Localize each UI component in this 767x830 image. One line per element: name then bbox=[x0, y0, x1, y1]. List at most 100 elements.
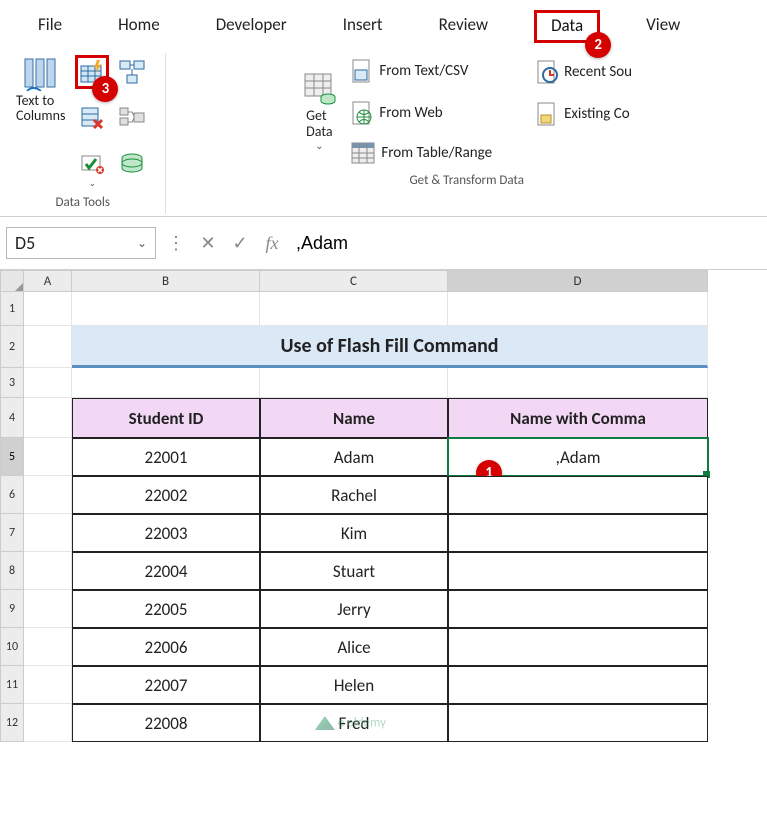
relationships-button[interactable] bbox=[115, 55, 149, 89]
table-cell-comma[interactable] bbox=[448, 514, 708, 552]
from-web-button[interactable]: From Web bbox=[347, 97, 496, 129]
row-header-6[interactable]: 6 bbox=[0, 476, 24, 514]
table-cell-name[interactable]: Adam bbox=[260, 438, 448, 476]
tab-data[interactable]: Data 2 bbox=[534, 10, 600, 43]
ribbon-group-label-data-tools: Data Tools bbox=[56, 195, 110, 210]
cell[interactable] bbox=[24, 704, 72, 742]
title-cell[interactable]: Use of Flash Fill Command bbox=[72, 326, 708, 368]
cell[interactable] bbox=[24, 292, 72, 326]
cell[interactable] bbox=[24, 666, 72, 704]
tab-developer[interactable]: Developer bbox=[206, 10, 297, 43]
col-header-D[interactable]: D bbox=[448, 270, 708, 292]
cell[interactable] bbox=[24, 398, 72, 438]
name-box[interactable]: D5 ⌄ bbox=[6, 227, 156, 259]
table-cell-name[interactable]: Kim bbox=[260, 514, 448, 552]
row-header-9[interactable]: 9 bbox=[0, 590, 24, 628]
row-header-12[interactable]: 12 bbox=[0, 704, 24, 742]
cell[interactable] bbox=[260, 368, 448, 398]
cell[interactable] bbox=[260, 292, 448, 326]
name-box-value: D5 bbox=[15, 232, 35, 254]
table-cell-id[interactable]: 22001 bbox=[72, 438, 260, 476]
callout-badge-2: 2 bbox=[585, 32, 611, 58]
col-header-A[interactable]: A bbox=[24, 270, 72, 292]
cell[interactable] bbox=[72, 368, 260, 398]
table-cell-comma[interactable] bbox=[448, 476, 708, 514]
cancel-formula-button[interactable]: ✕ bbox=[196, 232, 220, 254]
table-cell-id[interactable]: 22004 bbox=[72, 552, 260, 590]
table-cell-id[interactable]: 22008 bbox=[72, 704, 260, 742]
cell[interactable] bbox=[72, 292, 260, 326]
table-cell-id[interactable]: 22006 bbox=[72, 628, 260, 666]
cell[interactable] bbox=[24, 628, 72, 666]
table-cell-name[interactable]: Helen bbox=[260, 666, 448, 704]
row-header-1[interactable]: 1 bbox=[0, 292, 24, 326]
cell[interactable] bbox=[24, 368, 72, 398]
row-header-5[interactable]: 5 bbox=[0, 438, 24, 476]
table-cell-comma[interactable] bbox=[448, 666, 708, 704]
cell[interactable] bbox=[448, 292, 708, 326]
data-validation-button[interactable]: ⌄ bbox=[75, 147, 109, 181]
cell[interactable] bbox=[24, 590, 72, 628]
row-header-8[interactable]: 8 bbox=[0, 552, 24, 590]
table-cell-name[interactable]: Fred e eldemy bbox=[260, 704, 448, 742]
table-cell-name[interactable]: Rachel bbox=[260, 476, 448, 514]
cell[interactable] bbox=[24, 476, 72, 514]
manage-data-model-button[interactable] bbox=[115, 147, 149, 181]
expand-formula-icon[interactable]: ⋮ bbox=[164, 232, 188, 254]
table-cell-name[interactable]: Jerry bbox=[260, 590, 448, 628]
tab-file[interactable]: File bbox=[28, 10, 72, 43]
row-header-7[interactable]: 7 bbox=[0, 514, 24, 552]
col-header-B[interactable]: B bbox=[72, 270, 260, 292]
ribbon-tabs: File Home Developer Insert Review Data 2… bbox=[0, 0, 767, 49]
tab-insert[interactable]: Insert bbox=[333, 10, 393, 43]
existing-connections-button[interactable]: Existing Co bbox=[532, 98, 636, 130]
table-cell-comma[interactable] bbox=[448, 704, 708, 742]
column-headers: A B C D bbox=[24, 270, 767, 292]
header-name[interactable]: Name bbox=[260, 398, 448, 438]
from-text-csv-label: From Text/CSV bbox=[379, 62, 468, 80]
header-name-with-comma[interactable]: Name with Comma bbox=[448, 398, 708, 438]
table-cell-id[interactable]: 22003 bbox=[72, 514, 260, 552]
formula-input[interactable] bbox=[292, 231, 761, 256]
get-data-button[interactable]: Get Data ⌄ bbox=[297, 70, 341, 152]
from-text-csv-button[interactable]: From Text/CSV bbox=[347, 55, 496, 87]
row-header-2[interactable]: 2 bbox=[0, 326, 24, 368]
table-cell-id[interactable]: 22007 bbox=[72, 666, 260, 704]
cell[interactable] bbox=[448, 368, 708, 398]
tab-review[interactable]: Review bbox=[429, 10, 498, 43]
enter-formula-button[interactable]: ✓ bbox=[228, 232, 252, 254]
text-to-columns-label: Text to Columns bbox=[16, 93, 65, 124]
chevron-down-icon: ⌄ bbox=[137, 236, 147, 251]
formula-bar: D5 ⌄ ⋮ ✕ ✓ fx bbox=[0, 217, 767, 270]
recent-sources-button[interactable]: Recent Sou bbox=[532, 56, 636, 88]
row-header-4[interactable]: 4 bbox=[0, 398, 24, 438]
cell[interactable] bbox=[24, 552, 72, 590]
table-cell-name[interactable]: Alice bbox=[260, 628, 448, 666]
table-cell-name[interactable]: Stuart bbox=[260, 552, 448, 590]
select-all-corner[interactable] bbox=[0, 270, 24, 292]
table-cell-id[interactable]: 22002 bbox=[72, 476, 260, 514]
table-cell-comma[interactable] bbox=[448, 552, 708, 590]
cell[interactable] bbox=[24, 326, 72, 368]
from-table-label: From Table/Range bbox=[381, 144, 492, 162]
table-cell-id[interactable]: 22005 bbox=[72, 590, 260, 628]
cells-grid: Use of Flash Fill Command Student ID Nam… bbox=[24, 292, 767, 742]
cell[interactable] bbox=[24, 438, 72, 476]
row-header-10[interactable]: 10 bbox=[0, 628, 24, 666]
flash-fill-button[interactable]: 3 bbox=[75, 55, 109, 89]
from-table-range-button[interactable]: From Table/Range bbox=[347, 139, 496, 167]
row-header-11[interactable]: 11 bbox=[0, 666, 24, 704]
table-cell-comma[interactable] bbox=[448, 590, 708, 628]
table-cell-comma[interactable] bbox=[448, 628, 708, 666]
from-web-label: From Web bbox=[379, 104, 442, 122]
header-student-id[interactable]: Student ID bbox=[72, 398, 260, 438]
fx-icon[interactable]: fx bbox=[260, 233, 284, 254]
tab-home[interactable]: Home bbox=[108, 10, 170, 43]
text-to-columns-button[interactable]: Text to Columns bbox=[12, 55, 69, 124]
tab-view[interactable]: View bbox=[636, 10, 690, 43]
remove-duplicates-button[interactable] bbox=[75, 101, 109, 135]
row-header-3[interactable]: 3 bbox=[0, 368, 24, 398]
cell[interactable] bbox=[24, 514, 72, 552]
consolidate-button[interactable] bbox=[115, 101, 149, 135]
col-header-C[interactable]: C bbox=[260, 270, 448, 292]
